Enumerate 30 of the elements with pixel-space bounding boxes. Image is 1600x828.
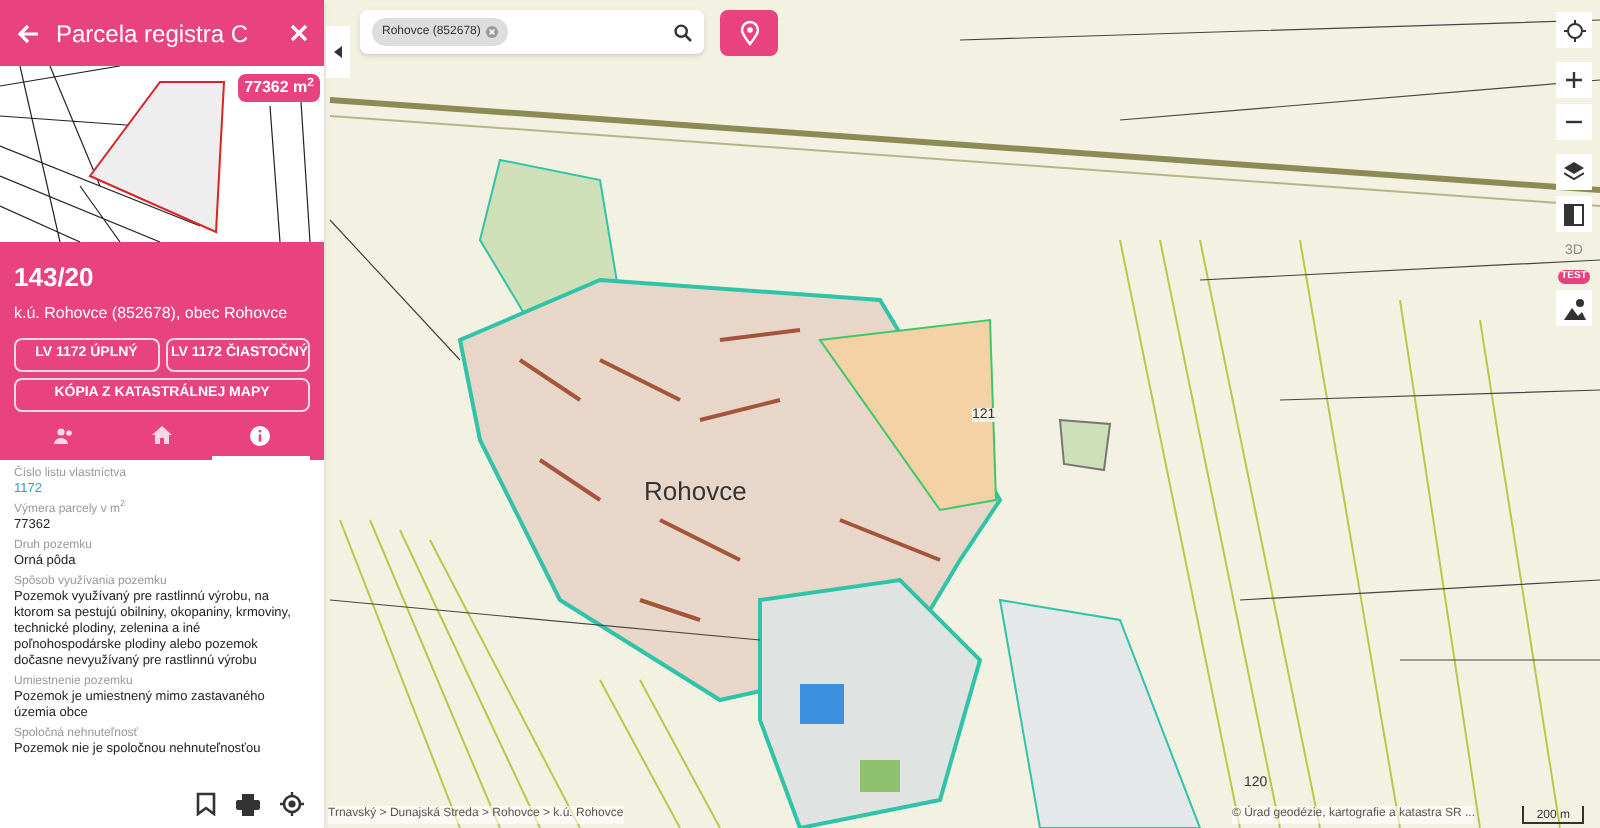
close-icon[interactable] <box>290 24 308 42</box>
home-icon <box>151 426 172 444</box>
people-icon <box>53 427 74 443</box>
layers-button[interactable] <box>1556 154 1592 190</box>
panel-title: Parcela registra C <box>56 17 251 51</box>
layers-icon <box>1564 162 1584 182</box>
area-badge: 77362 m$^{2}$ <box>238 74 320 102</box>
info-icon <box>250 425 271 445</box>
photo-button[interactable] <box>1556 290 1592 326</box>
bookmark-icon[interactable] <box>196 792 216 816</box>
image-pin-icon <box>1563 297 1585 319</box>
parcel-number: 143/20 <box>14 260 96 296</box>
location-target-icon[interactable] <box>280 792 304 816</box>
back-arrow-icon[interactable] <box>16 21 40 45</box>
zoom-in-button[interactable] <box>1556 62 1592 98</box>
split-image-icon <box>1564 203 1584 225</box>
plus-icon <box>1566 72 1582 88</box>
search-icon[interactable] <box>674 23 692 41</box>
zoom-out-button[interactable] <box>1556 104 1592 140</box>
minus-icon <box>1566 120 1582 124</box>
map-pin-button[interactable] <box>720 10 778 56</box>
town-label: Rohovce <box>644 474 747 510</box>
locate-button[interactable] <box>1556 12 1592 48</box>
caret-icon <box>334 46 342 58</box>
collapse-panel-button[interactable] <box>326 26 350 78</box>
remove-chip-icon[interactable] <box>486 26 499 38</box>
crosshair-icon <box>1563 19 1585 41</box>
compare-button[interactable] <box>1556 196 1592 232</box>
parcel-location: k.ú. Rohovce (852678), obec Rohovce <box>14 301 290 325</box>
map-pin-icon <box>739 20 759 46</box>
